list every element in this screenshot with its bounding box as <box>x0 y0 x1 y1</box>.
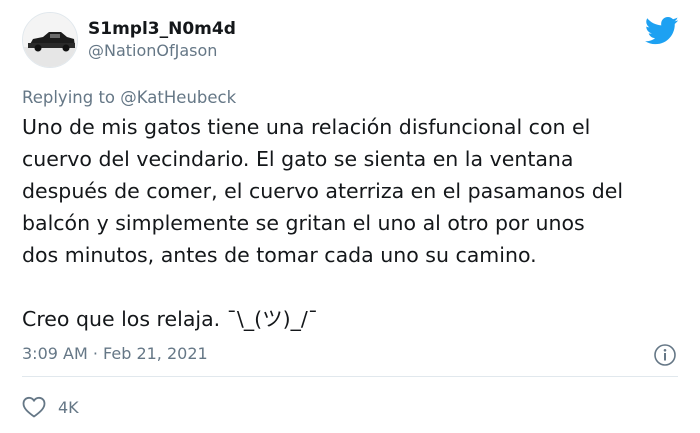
replying-to-handle[interactable]: @KatHeubeck <box>120 88 236 107</box>
info-icon[interactable] <box>653 343 677 367</box>
avatar[interactable] <box>22 12 78 68</box>
divider <box>22 376 678 377</box>
display-name[interactable]: S1mpl3_N0m4d <box>88 18 236 40</box>
tweet-paragraph: Uno de mis gatos tiene una relación disf… <box>22 115 624 267</box>
twitter-bird-icon[interactable] <box>644 16 679 46</box>
user-handle[interactable]: @NationOfJason <box>88 40 236 62</box>
like-action[interactable]: 4K <box>22 396 79 418</box>
heart-icon[interactable] <box>22 396 46 418</box>
tweet-body: Uno de mis gatos tiene una relación disf… <box>22 111 682 335</box>
tweet-card: S1mpl3_N0m4d @NationOfJason Replying to … <box>0 0 700 433</box>
car-avatar-image <box>23 13 77 67</box>
replying-to-line: Replying to @KatHeubeck <box>22 88 236 107</box>
tweet-timestamp[interactable]: 3:09 AM · Feb 21, 2021 <box>22 344 208 363</box>
user-names: S1mpl3_N0m4d @NationOfJason <box>88 18 236 62</box>
like-count: 4K <box>58 397 79 417</box>
tweet-header: S1mpl3_N0m4d @NationOfJason <box>22 12 236 68</box>
tweet-paragraph: Creo que los relaja. ¯\_(ツ)_/¯ <box>22 307 318 331</box>
replying-to-label: Replying to <box>22 88 121 107</box>
